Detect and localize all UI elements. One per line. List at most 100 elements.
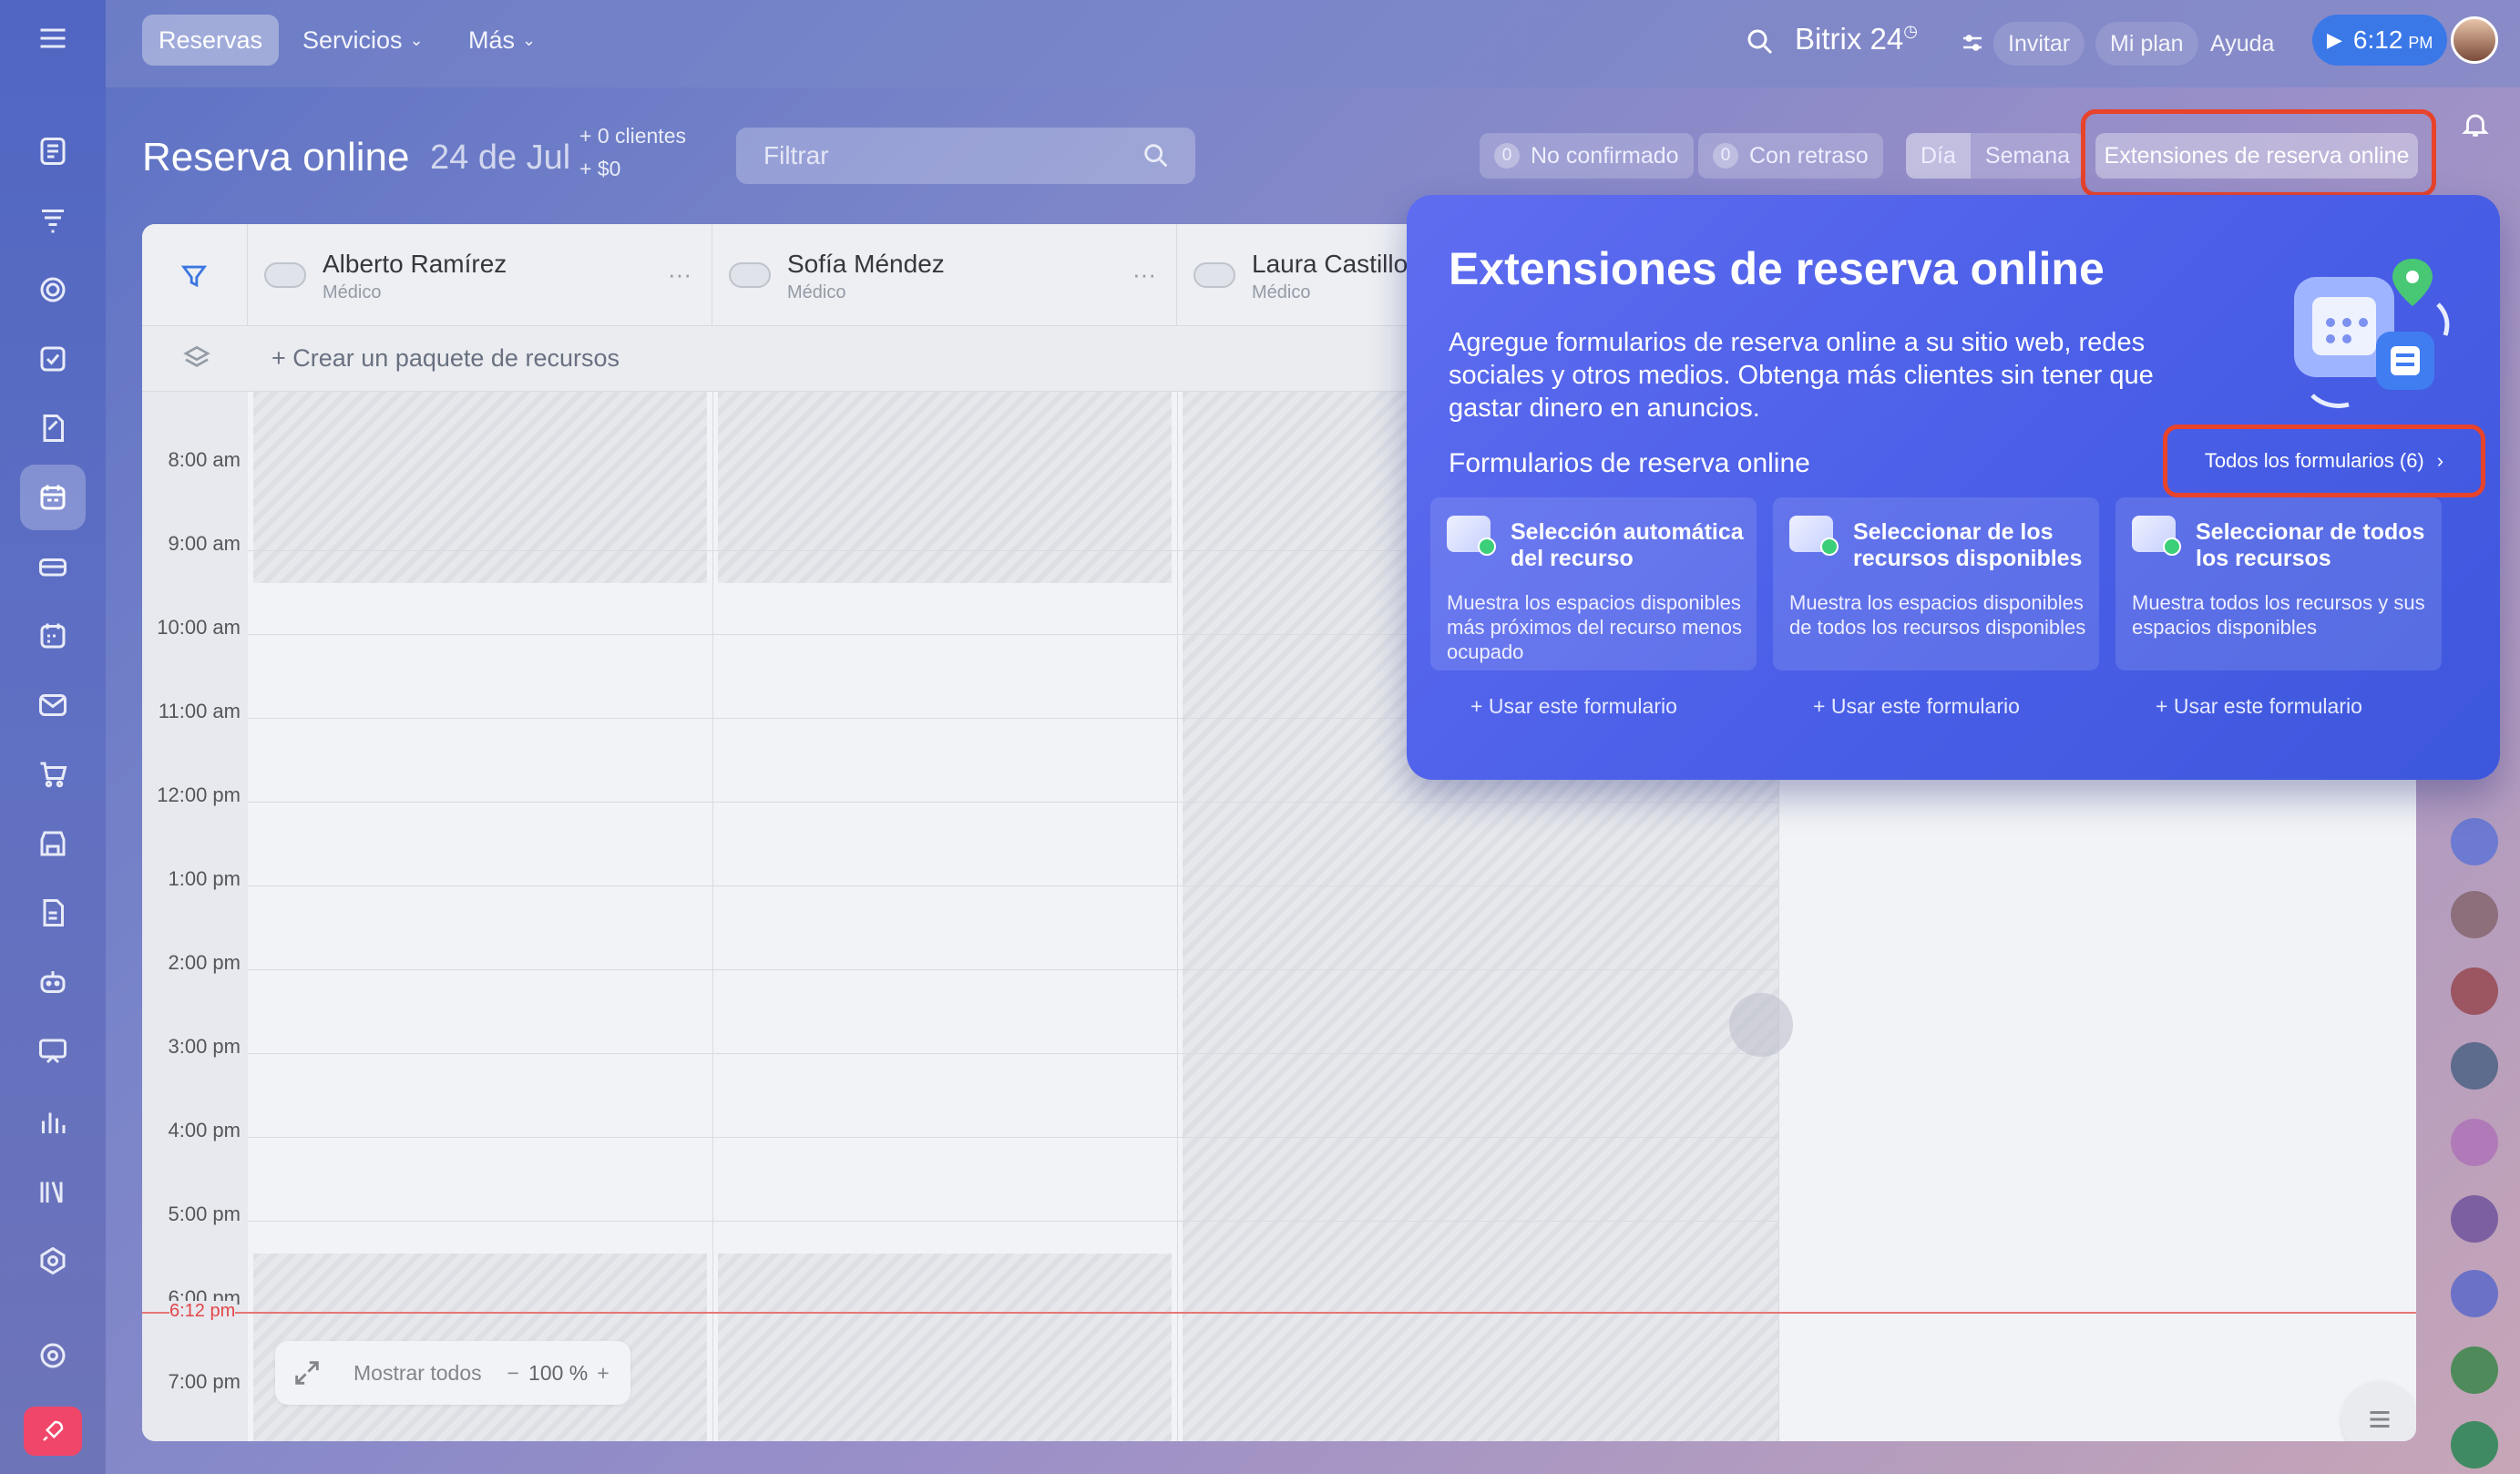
settings-gear-icon[interactable] [27,1330,78,1381]
hour-line [248,1221,1778,1222]
time-label: 1:00 pm [168,867,241,890]
column-line [1177,392,1178,1441]
form-card-auto[interactable]: Selección automática del recurso Muestra… [1430,497,1757,670]
sliders-icon[interactable] [1959,29,1986,61]
contact-avatar[interactable] [2451,1042,2498,1090]
bell-icon[interactable] [2460,109,2491,145]
document-icon[interactable] [27,887,78,938]
library-icon[interactable] [27,1166,78,1217]
more-icon[interactable]: ··· [668,261,691,289]
zoom-in-icon[interactable]: + [597,1361,609,1386]
filter-cell[interactable] [142,224,248,326]
hour-line [248,802,1778,803]
use-form-button[interactable]: + Usar este formulario [1813,694,2020,719]
work-day-button[interactable]: ▶ 6:12 PM [2312,15,2447,66]
page-title: Reserva online [142,135,410,179]
unconfirmed-filter[interactable]: 0 No confirmado [1480,133,1694,179]
integrations-icon[interactable] [27,1235,78,1286]
scroll-right-icon[interactable] [1729,993,1793,1057]
bookmark-icon[interactable] [2451,818,2498,865]
filter-input[interactable]: Filtrar [736,128,1195,184]
search-icon [1144,144,1168,168]
time-label: 4:00 pm [168,1119,241,1141]
filter-placeholder: Filtrar [763,141,829,169]
id-card-icon[interactable] [2451,1119,2498,1166]
zoom-out-icon[interactable]: − [507,1361,519,1386]
cart-icon[interactable] [27,749,78,800]
documents-edit-icon[interactable] [27,403,78,454]
contact-avatar[interactable] [2451,891,2498,938]
invite-button[interactable]: Invitar [1993,22,2085,66]
search-icon[interactable] [1744,26,1777,63]
resource-toggle[interactable] [729,262,771,288]
time-label: 3:00 pm [168,1035,241,1058]
resource-role: Médico [787,282,846,302]
time-label: 2:00 pm [168,951,241,974]
presentation-icon[interactable] [27,1026,78,1077]
delayed-label: Con retraso [1749,142,1869,169]
unavailable-slot [253,392,707,583]
clock-suffix: PM [2408,33,2433,52]
calendar-icon[interactable] [27,610,78,661]
task-check-icon[interactable] [2451,1346,2498,1394]
rocket-icon[interactable] [24,1407,82,1456]
use-form-button[interactable]: + Usar este formulario [2156,694,2362,719]
card-description: Muestra los espacios disponibles de todo… [1789,591,2086,639]
resource-header[interactable]: Alberto Ramírez Médico ··· [248,224,712,326]
delayed-filter[interactable]: 0 Con retraso [1698,133,1883,179]
time-label: 7:00 pm [168,1370,241,1393]
avatar[interactable] [2451,16,2498,64]
target-icon[interactable] [27,264,78,315]
group-chat-icon[interactable] [2451,967,2498,1015]
view-day-button[interactable]: Día [1906,133,1971,179]
card-description: Muestra todos los recursos y sus espacio… [2132,591,2425,639]
plus-icon: + [2156,694,2174,718]
resource-header[interactable]: Sofía Méndez Médico ··· [712,224,1177,326]
contact-avatar[interactable] [2451,1195,2498,1243]
contacts-icon[interactable] [2451,1421,2498,1469]
help-button[interactable]: Ayuda [2210,22,2274,66]
plan-button[interactable]: Mi plan [2095,22,2198,66]
zoom-control: Mostrar todos − 100 % + [275,1341,630,1405]
menu-icon[interactable] [27,13,78,64]
resource-toggle[interactable] [1193,262,1235,288]
current-time-label: 6:12 pm [169,1301,236,1322]
store-icon[interactable] [27,818,78,869]
booking-icon[interactable] [20,465,86,530]
nav-mas[interactable]: Más ⌄ [452,15,552,66]
robot-icon[interactable] [27,957,78,1008]
analytics-icon[interactable] [27,1097,78,1148]
group-icon[interactable] [2451,1270,2498,1317]
mail-icon[interactable] [27,680,78,731]
brand-logo: Bitrix 24◷ [1795,22,1918,56]
resource-toggle[interactable] [264,262,306,288]
create-package-link[interactable]: + Crear un paquete de recursos [271,344,620,373]
use-form-button[interactable]: + Usar este formulario [1470,694,1677,719]
highlight-ring [2081,109,2436,197]
hour-line [248,885,1778,886]
unavailable-slot [718,1254,1172,1441]
tasks-icon[interactable] [27,333,78,384]
booking-illustration-icon [2294,259,2450,409]
zoom-level: 100 % [528,1360,589,1385]
delayed-count: 0 [1713,143,1738,169]
invite-label: Invitar [2008,30,2071,56]
page-date[interactable]: 24 de Jul [430,138,570,178]
brand-text: Bitrix 24 [1795,22,1904,56]
resource-name: Laura Castillo [1252,250,1409,278]
view-week-button[interactable]: Semana [1971,133,2085,179]
more-icon[interactable]: ··· [1132,261,1156,289]
expand-icon[interactable] [292,1357,323,1388]
clients-stat: + 0 clientes [579,124,686,148]
nav-servicios[interactable]: Servicios ⌄ [286,15,440,66]
show-all-button[interactable]: Mostrar todos [353,1361,482,1386]
clock-time: 6:12 [2352,26,2403,54]
hour-line [248,1137,1778,1138]
feed-icon[interactable] [27,126,78,177]
form-card-all[interactable]: Seleccionar de todos los recursos Muestr… [2115,497,2442,670]
inventory-icon[interactable] [27,541,78,592]
card-description: Muestra los espacios disponibles más pró… [1447,591,1743,663]
form-card-available[interactable]: Seleccionar de los recursos disponibles … [1773,497,2099,670]
crm-funnel-icon[interactable] [27,195,78,246]
nav-reservas[interactable]: Reservas [142,15,280,66]
